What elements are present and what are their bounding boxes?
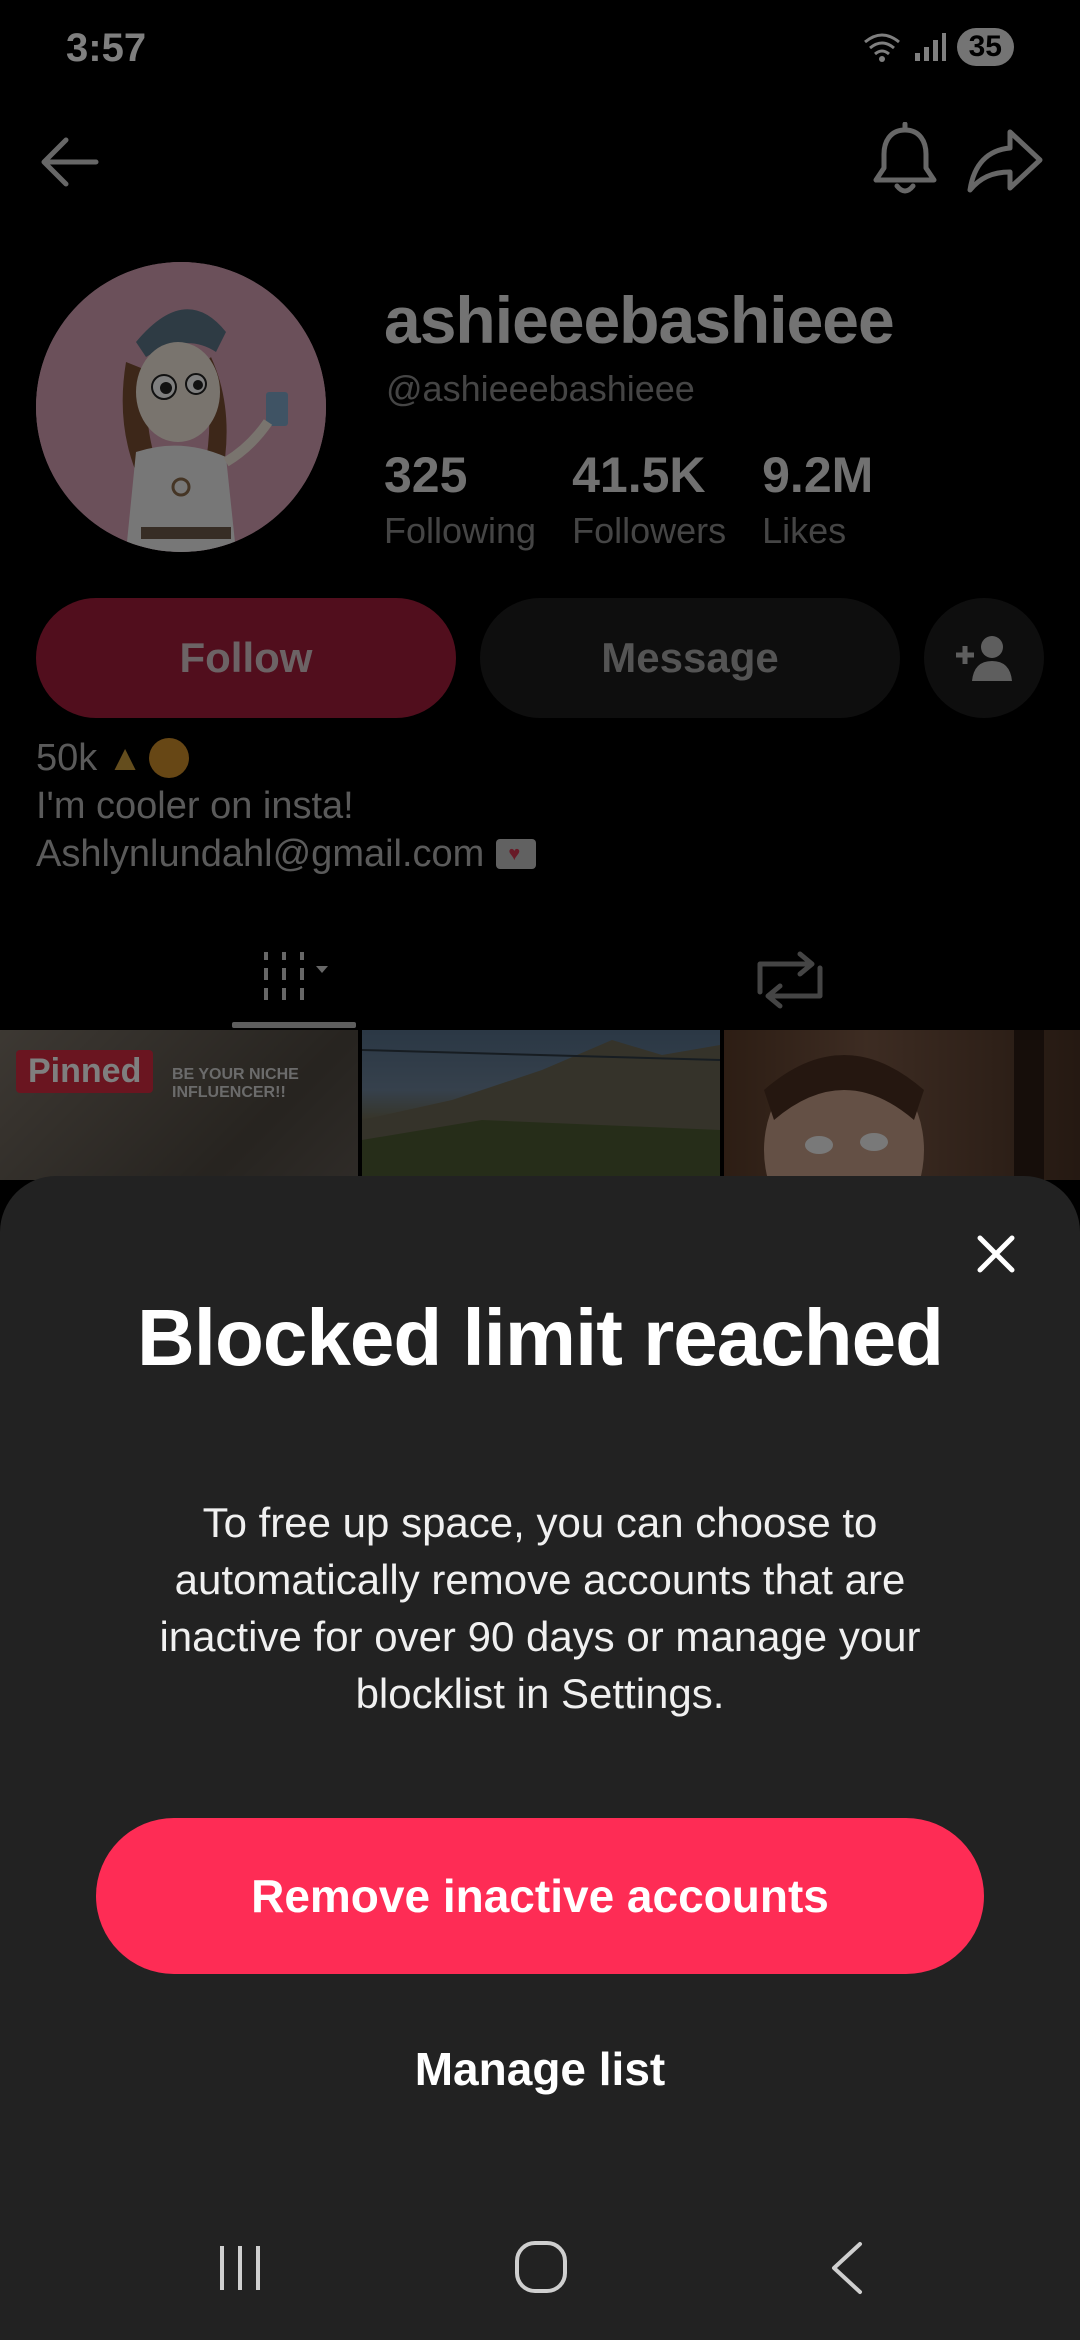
sheet-title: Blocked limit reached <box>137 1293 944 1382</box>
home-icon[interactable] <box>512 2238 570 2296</box>
back-icon[interactable] <box>822 2238 872 2298</box>
remove-inactive-accounts-button[interactable]: Remove inactive accounts <box>96 1818 984 1974</box>
system-nav-bar <box>0 2222 1080 2312</box>
sheet-body: To free up space, you can choose to auto… <box>159 1499 921 1717</box>
manage-list-button[interactable]: Manage list <box>0 2042 1080 2096</box>
close-icon[interactable] <box>974 1232 1018 1276</box>
blocked-limit-sheet: Blocked limit reached To free up space, … <box>0 1176 1080 2340</box>
recents-icon[interactable] <box>212 2240 268 2296</box>
